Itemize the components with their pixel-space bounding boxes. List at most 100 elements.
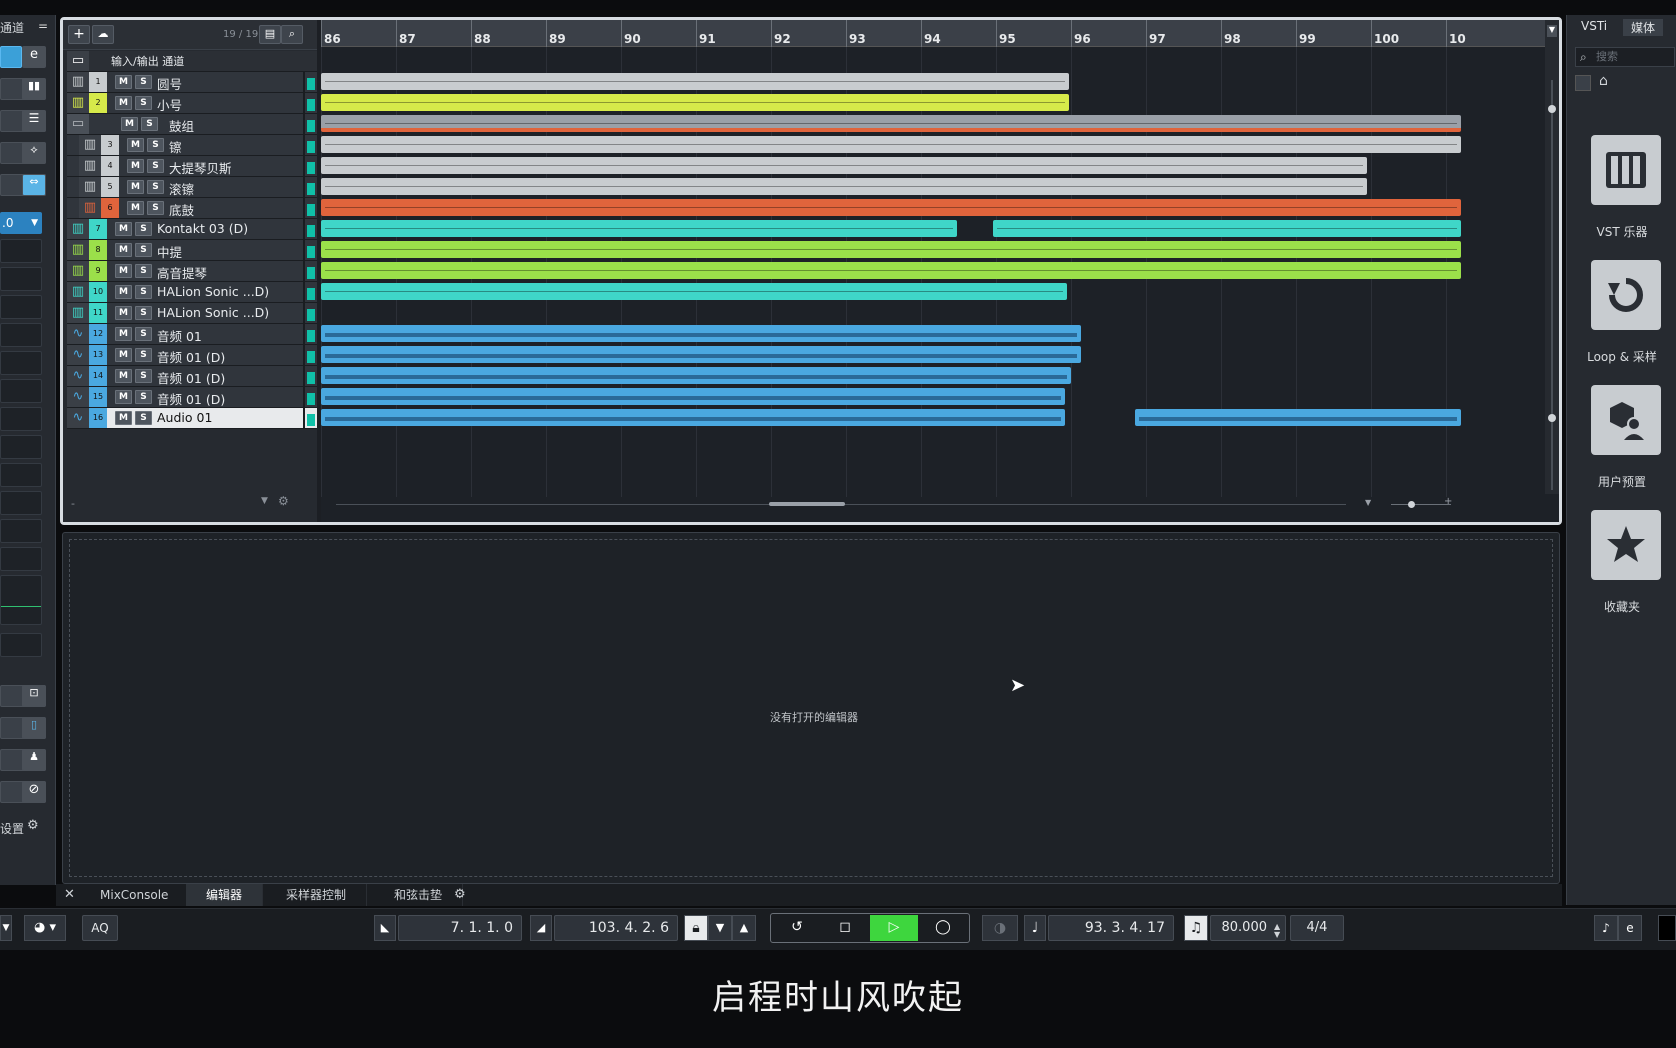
search-icon[interactable]: ⌕ — [281, 25, 303, 44]
lock-icon[interactable]: 🔒︎ — [684, 915, 708, 941]
solo-button[interactable]: S — [135, 390, 152, 404]
midi-part[interactable] — [321, 262, 1461, 279]
play-icon[interactable]: ▷ — [870, 915, 918, 941]
track-row[interactable]: ∿ 12 M S 音频 01 — [67, 324, 317, 345]
close-icon[interactable]: ✕ — [64, 887, 75, 902]
metronome-icon[interactable]: ♪ — [1594, 915, 1618, 941]
overflow-button[interactable] — [1658, 915, 1676, 941]
auto-punch-icon[interactable]: ◑ — [982, 915, 1018, 941]
audio-event[interactable] — [321, 367, 1071, 384]
cloud-icon[interactable]: ☁ — [92, 25, 114, 44]
routing-icon[interactable]: ⟡ — [22, 142, 46, 164]
track-name[interactable]: Audio 01 — [157, 410, 212, 425]
solo-button[interactable]: S — [135, 264, 152, 278]
mute-button[interactable]: M — [115, 264, 132, 278]
insert-slot[interactable] — [0, 407, 42, 431]
insert-slot[interactable] — [0, 323, 42, 347]
mute-button[interactable]: M — [115, 75, 132, 89]
signature-field[interactable]: 4/4 — [1290, 915, 1344, 941]
tab-vsti[interactable]: VSTi — [1581, 19, 1607, 33]
midi-part[interactable] — [321, 220, 957, 237]
track-row[interactable]: ∿ 14 M S 音频 01 (D) — [67, 366, 317, 387]
track-name[interactable]: 音频 01 (D) — [157, 368, 225, 387]
zoom-slider[interactable] — [1391, 504, 1451, 505]
plus-icon[interactable]: + — [1444, 496, 1452, 507]
insert-slot[interactable] — [0, 295, 42, 319]
track-select-button[interactable] — [0, 46, 22, 68]
vertical-scrollbar[interactable]: ▼ — [1545, 20, 1559, 500]
midi-part[interactable] — [321, 136, 1461, 153]
track-row[interactable]: ▥ 11 M S HALion Sonic ...D) — [67, 303, 317, 324]
track-row[interactable]: ▥ 8 M S 中提 — [67, 240, 317, 261]
solo-button[interactable]: S — [135, 243, 152, 257]
snap-mode-icon[interactable]: ◕ ▾ — [24, 915, 66, 941]
track-row[interactable]: ∿ 15 M S 音频 01 (D) — [67, 387, 317, 408]
midi-part[interactable] — [321, 157, 1367, 174]
audio-event[interactable] — [1135, 409, 1461, 426]
solo-button[interactable]: S — [135, 411, 152, 425]
track-row[interactable]: ∿ 13 M S 音频 01 (D) — [67, 345, 317, 366]
monitor-icon[interactable]: ⇔ — [22, 174, 46, 196]
ruler[interactable]: 86 87 88 89 90 91 92 93 94 95 96 97 98 99 100 10 — [321, 20, 1559, 47]
solo-button[interactable]: S — [135, 285, 152, 299]
left-locator-field[interactable]: 7. 1. 1. 0 — [398, 915, 522, 941]
solo-button[interactable]: S — [135, 96, 152, 110]
right-locator-field[interactable]: 103. 4. 2. 6 — [554, 915, 678, 941]
checkbox[interactable] — [1575, 75, 1591, 91]
search-input[interactable]: ⌕ 搜索 — [1575, 47, 1675, 67]
mute-button[interactable]: M — [115, 369, 132, 383]
folder-part[interactable] — [321, 115, 1461, 132]
vst-instruments-tile[interactable] — [1591, 135, 1661, 205]
pin-icon[interactable]: ⊡ — [22, 685, 46, 707]
solo-button[interactable]: S — [135, 348, 152, 362]
tab-chord-pads[interactable]: 和弦击垫 — [374, 884, 464, 906]
mute-button[interactable]: M — [115, 243, 132, 257]
zoom-handle[interactable] — [1548, 105, 1556, 113]
track-name[interactable]: 镲 — [169, 137, 182, 156]
add-track-icon[interactable]: + — [68, 25, 90, 44]
track-name[interactable]: Kontakt 03 (D) — [157, 221, 248, 236]
insert-slot[interactable] — [0, 633, 42, 657]
stop-icon[interactable]: ◻ — [822, 915, 868, 941]
loops-samples-tile[interactable] — [1591, 260, 1661, 330]
scroll-thumb[interactable] — [769, 502, 845, 506]
insert-slot[interactable] — [0, 379, 42, 403]
track-row[interactable]: ▥ 2 M S 小号 — [67, 93, 317, 114]
punch-in-icon[interactable]: ▼ — [708, 915, 732, 941]
midi-part[interactable] — [321, 199, 1461, 216]
time-display-icon[interactable]: ♩ — [1024, 915, 1046, 941]
insert-slot[interactable] — [0, 491, 42, 515]
track-name[interactable]: 中提 — [157, 242, 182, 261]
home-icon[interactable]: ⌂ — [1599, 73, 1608, 89]
track-name[interactable]: 圆号 — [157, 74, 182, 93]
edit-icon[interactable]: e — [1618, 915, 1642, 941]
edit-icon[interactable]: e — [22, 46, 46, 68]
prohibit-icon[interactable]: ⊘ — [22, 781, 46, 803]
audio-event[interactable] — [321, 409, 1065, 426]
track-name[interactable]: 大提琴贝斯 — [169, 158, 232, 177]
insert-slot[interactable] — [0, 351, 42, 375]
mute-button[interactable]: M — [115, 306, 132, 320]
audio-event[interactable] — [321, 388, 1065, 405]
mute-button[interactable]: M — [115, 96, 132, 110]
insert-slot[interactable] — [0, 435, 42, 459]
mute-button[interactable]: M — [115, 348, 132, 362]
chevron-down-icon[interactable]: ▼ — [1365, 498, 1371, 507]
mute-button[interactable]: M — [115, 411, 132, 425]
hamburger-icon[interactable]: = — [38, 19, 48, 33]
midi-part[interactable] — [321, 283, 1067, 300]
track-name[interactable]: 小号 — [157, 95, 182, 114]
midi-part[interactable] — [321, 73, 1069, 90]
io-channel-row[interactable]: ▭ 输入/输出 通道 — [67, 51, 317, 72]
minus-icon[interactable]: - — [71, 497, 75, 510]
insert-slot[interactable] — [0, 547, 42, 571]
track-name[interactable]: HALion Sonic ...D) — [157, 284, 269, 299]
mute-button[interactable]: M — [121, 117, 138, 131]
timeline-area[interactable]: 86 87 88 89 90 91 92 93 94 95 96 97 98 99 100 10 ▼ ▼ + — [321, 20, 1559, 522]
position-display[interactable]: 93. 3. 4. 17 — [1048, 915, 1174, 941]
mute-button[interactable]: M — [127, 159, 144, 173]
horizontal-scrollbar[interactable]: ▼ + — [321, 494, 1559, 520]
right-locator-icon[interactable]: ◢ — [530, 915, 552, 941]
scroll-track[interactable] — [1551, 80, 1553, 490]
solo-button[interactable]: S — [135, 75, 152, 89]
